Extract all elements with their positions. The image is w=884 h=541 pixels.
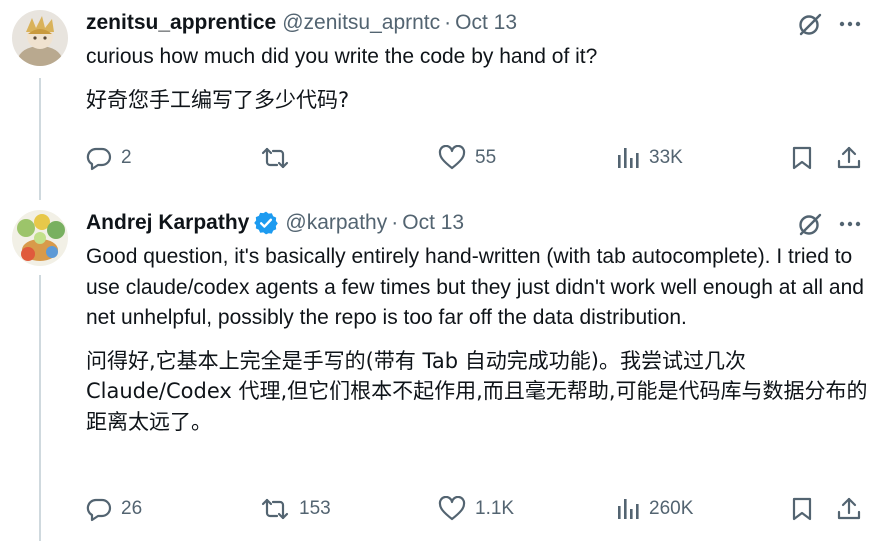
user-handle[interactable]: @karpathy bbox=[285, 211, 387, 235]
reply-icon bbox=[86, 145, 112, 171]
share-button[interactable] bbox=[836, 142, 862, 174]
like-button[interactable]: 55 bbox=[438, 142, 496, 174]
grok-icon[interactable] bbox=[796, 10, 824, 43]
tweet-header: Andrej Karpathy @karpathy · Oct 13 bbox=[86, 209, 464, 237]
avatar[interactable] bbox=[12, 210, 68, 266]
tweet-text-chinese: 问得好,它基本上完全是手写的(带有 Tab 自动完成功能)。我尝试过几次 Cla… bbox=[86, 348, 868, 434]
tweet-header: zenitsu_apprentice @zenitsu_aprntc · Oct… bbox=[86, 9, 517, 37]
tweet-text-chinese: 好奇您手工编写了多少代码? bbox=[86, 87, 350, 112]
share-icon bbox=[836, 145, 862, 171]
reply-count: 2 bbox=[121, 147, 132, 168]
tweet-top-actions bbox=[796, 210, 862, 243]
user-handle[interactable]: @zenitsu_aprntc bbox=[282, 11, 440, 35]
bookmark-icon bbox=[791, 496, 813, 522]
tweet-text: Good question, it's basically entirely h… bbox=[86, 242, 876, 437]
bookmark-icon bbox=[791, 145, 813, 171]
like-button[interactable]: 1.1K bbox=[438, 493, 514, 525]
like-icon bbox=[438, 496, 466, 522]
like-count: 55 bbox=[475, 147, 497, 168]
retweet-count: 153 bbox=[299, 498, 331, 519]
retweet-icon bbox=[260, 145, 290, 171]
tweet-actions: 26 153 1.1K 260K bbox=[86, 493, 866, 525]
views-count: 33K bbox=[649, 147, 683, 168]
tweet-date[interactable]: Oct 13 bbox=[455, 11, 517, 35]
separator: · bbox=[444, 11, 452, 34]
views-button[interactable]: 33K bbox=[616, 142, 683, 174]
reply-button[interactable]: 2 bbox=[86, 142, 132, 174]
tweet-top-actions bbox=[796, 10, 862, 43]
share-button[interactable] bbox=[836, 493, 862, 525]
like-count: 1.1K bbox=[475, 498, 515, 519]
bookmark-button[interactable] bbox=[791, 493, 813, 525]
tweet-text-english: Good question, it's basically entirely h… bbox=[86, 245, 864, 329]
display-name[interactable]: zenitsu_apprentice bbox=[86, 11, 276, 35]
avatar[interactable] bbox=[12, 10, 68, 66]
retweet-icon bbox=[260, 496, 290, 522]
views-icon bbox=[616, 145, 640, 171]
reply-count: 26 bbox=[121, 498, 143, 519]
display-name[interactable]: Andrej Karpathy bbox=[86, 211, 249, 235]
views-count: 260K bbox=[649, 498, 694, 519]
more-icon[interactable] bbox=[838, 212, 862, 241]
reply-icon bbox=[86, 496, 112, 522]
grok-icon[interactable] bbox=[796, 210, 824, 243]
more-icon[interactable] bbox=[838, 12, 862, 41]
tweet-date[interactable]: Oct 13 bbox=[402, 211, 464, 235]
tweet-actions: 2 55 33K bbox=[86, 142, 866, 174]
reply-button[interactable]: 26 bbox=[86, 493, 142, 525]
views-button[interactable]: 260K bbox=[616, 493, 693, 525]
retweet-button[interactable]: 153 bbox=[260, 493, 331, 525]
share-icon bbox=[836, 496, 862, 522]
tweet-reply-zenitsu[interactable]: zenitsu_apprentice @zenitsu_aprntc · Oct… bbox=[0, 0, 884, 200]
views-icon bbox=[616, 496, 640, 522]
like-icon bbox=[438, 145, 466, 171]
tweet-text: curious how much did you write the code … bbox=[86, 42, 876, 115]
separator: · bbox=[391, 211, 399, 234]
tweet-text-english: curious how much did you write the code … bbox=[86, 45, 598, 68]
verified-badge-icon bbox=[253, 210, 279, 236]
tweet-reply-karpathy[interactable]: Andrej Karpathy @karpathy · Oct 13 Good … bbox=[0, 200, 884, 541]
bookmark-button[interactable] bbox=[791, 142, 813, 174]
retweet-button[interactable] bbox=[260, 142, 299, 174]
